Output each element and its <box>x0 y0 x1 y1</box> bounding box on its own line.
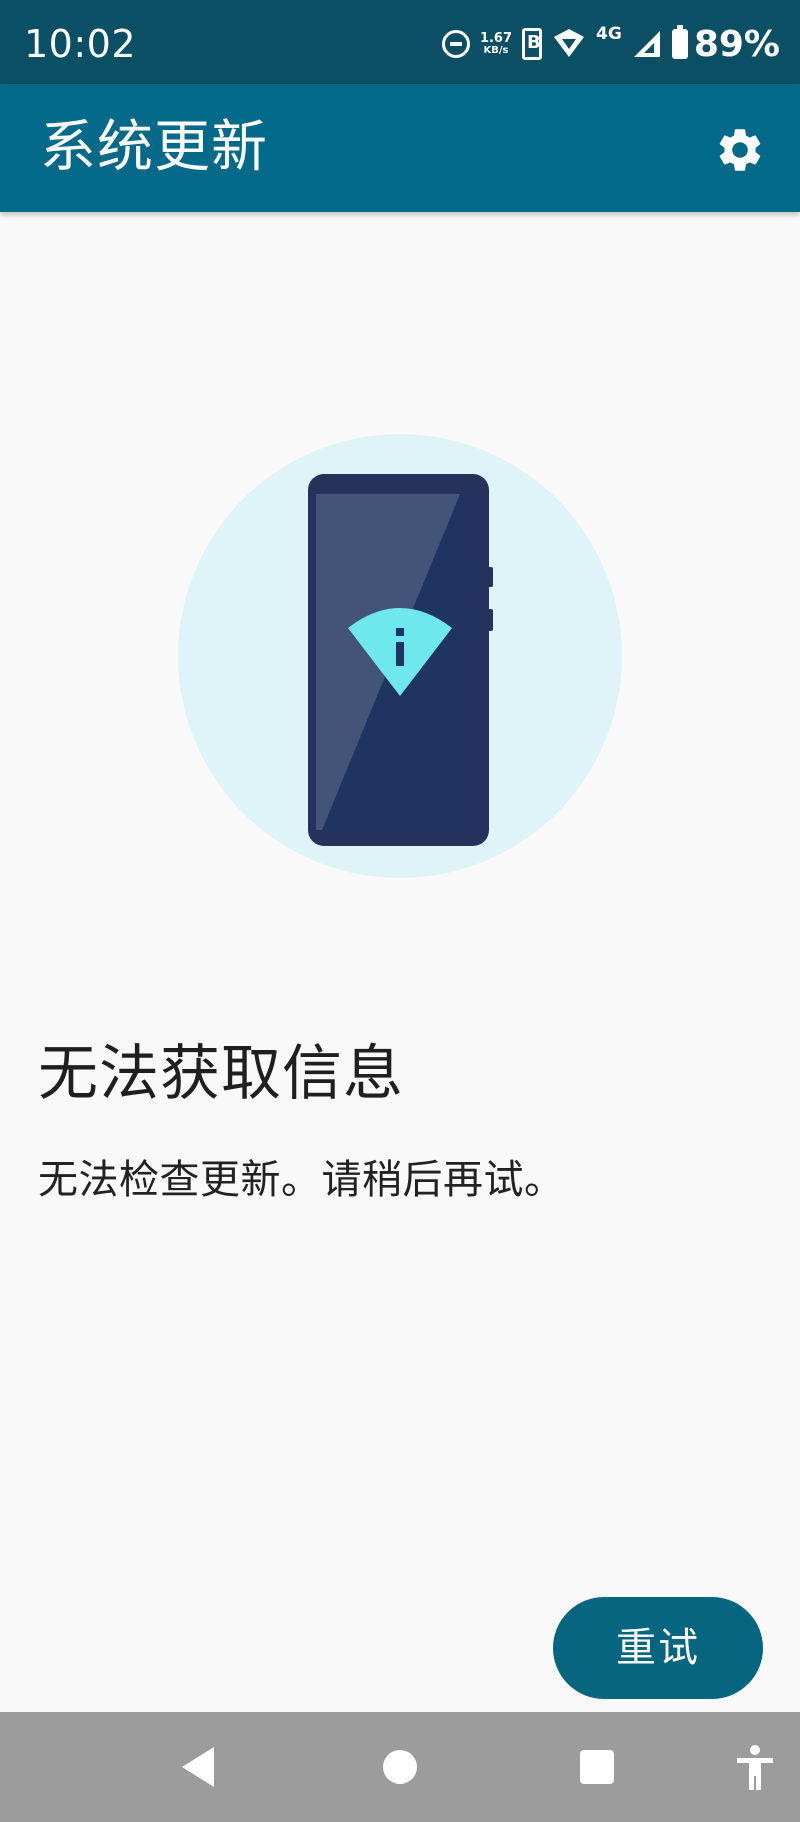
sim-icon <box>522 28 543 60</box>
retry-button[interactable]: 重试 <box>553 1597 763 1699</box>
do-not-disturb-icon <box>441 30 470 58</box>
phone-wifi-info-illustration <box>178 434 622 878</box>
page-title: 系统更新 <box>40 115 268 180</box>
back-icon[interactable] <box>180 1745 216 1789</box>
wifi-icon <box>554 29 585 57</box>
status-time: 10:02 <box>24 22 137 66</box>
recents-icon[interactable] <box>580 1750 614 1784</box>
info-icon-stem <box>396 642 404 666</box>
network-type: 4G <box>596 24 622 44</box>
error-message: 无法检查更新。请稍后再试。 <box>38 1157 565 1203</box>
battery-icon <box>671 25 688 59</box>
battery-percent: 89% <box>693 23 780 65</box>
network-speed: 1.67 KB/s <box>480 32 512 56</box>
status-bar: 10:02 1.67 KB/s 4G 89% <box>0 0 800 84</box>
accessibility-icon[interactable] <box>735 1744 775 1792</box>
error-title: 无法获取信息 <box>38 1039 404 1109</box>
home-icon[interactable] <box>383 1750 417 1784</box>
network-speed-value: 1.67 <box>479 31 513 46</box>
network-speed-unit: KB/s <box>483 45 509 56</box>
app-bar: 系统更新 <box>0 84 800 212</box>
status-icons: 1.67 KB/s 4G 89% <box>432 22 780 66</box>
gear-icon[interactable] <box>714 124 766 176</box>
cell-signal-icon <box>633 31 660 57</box>
info-icon-dot <box>396 628 404 636</box>
